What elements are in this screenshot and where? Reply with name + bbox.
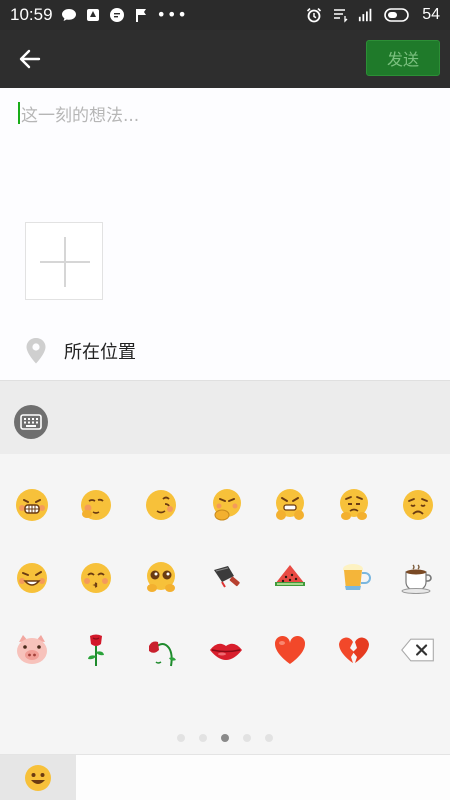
- status-time: 10:59: [10, 5, 53, 24]
- battery-icon: [384, 8, 410, 22]
- emoji-coffee-cup[interactable]: [398, 558, 438, 598]
- title-bar: 发送: [0, 30, 450, 88]
- starry-eyes-icon: [147, 562, 175, 592]
- arrow-left-icon: [19, 49, 41, 69]
- emoji-hand-over-mouth-laugh[interactable]: [206, 485, 246, 525]
- emoji-squint-smirk[interactable]: [12, 558, 52, 598]
- chat-bubble-icon: [61, 9, 76, 21]
- smiley-icon: [25, 765, 51, 791]
- status-bar: 10:59 ••• 54: [0, 0, 450, 30]
- cleaver-icon: [214, 566, 240, 588]
- grimace-hands-icon: [276, 489, 304, 520]
- page-dot[interactable]: [265, 734, 273, 742]
- emoji-panel: [0, 454, 450, 754]
- grin-teeth-icon: [16, 489, 48, 521]
- thought-input-placeholder: 这一刻的想法...: [21, 105, 140, 126]
- emoji-tongue-face[interactable]: [141, 485, 181, 525]
- emoji-tab[interactable]: [0, 755, 76, 800]
- battery-percentage: 54: [422, 6, 440, 23]
- page-dot[interactable]: [177, 734, 185, 742]
- emoji-lips[interactable]: [206, 630, 246, 670]
- compose-area: 这一刻的想法... 所在位置: [0, 88, 450, 380]
- flag-icon: [135, 9, 146, 22]
- location-label: 所在位置: [64, 342, 136, 363]
- send-button[interactable]: 发送: [366, 40, 440, 76]
- broken-heart-icon: [339, 637, 369, 663]
- delete-button[interactable]: [398, 630, 438, 670]
- emoji-row: [0, 630, 450, 680]
- emoji-rose[interactable]: [76, 630, 116, 670]
- notification-icon: [86, 9, 99, 21]
- watermelon-icon: [275, 565, 305, 586]
- emoji-tab-bar: [0, 754, 450, 800]
- emoji-grin-teeth[interactable]: [12, 485, 52, 525]
- more-notifications-icon: •••: [156, 5, 188, 24]
- wilted-rose-icon: [149, 641, 176, 667]
- text-cursor: [18, 102, 20, 124]
- lips-icon: [210, 643, 242, 660]
- emoji-page-indicator: [0, 734, 450, 746]
- data-arrows-icon: [334, 9, 348, 23]
- hand-over-mouth-laugh-icon: [213, 489, 241, 521]
- beer-mug-icon: [343, 564, 371, 590]
- coffee-cup-icon: [401, 564, 432, 594]
- emoji-starry-eyes[interactable]: [141, 558, 181, 598]
- page-dot[interactable]: [243, 734, 251, 742]
- emoji-wilted-rose[interactable]: [141, 630, 181, 670]
- emoji-sad-frown[interactable]: [398, 485, 438, 525]
- emoji-watermelon[interactable]: [270, 558, 310, 598]
- emoji-worried-sweat[interactable]: [334, 485, 374, 525]
- alarm-icon: [307, 8, 322, 23]
- shy-blush-icon: [81, 490, 111, 520]
- tongue-face-icon: [146, 490, 176, 520]
- emoji-cleaver[interactable]: [206, 558, 246, 598]
- keyboard-toggle-button[interactable]: [14, 405, 48, 439]
- squint-smirk-icon: [17, 563, 47, 593]
- keyboard-icon: [20, 414, 42, 430]
- emoji-grimace-hands[interactable]: [270, 485, 310, 525]
- plus-icon-vertical: [64, 237, 66, 287]
- emoji-heart[interactable]: [270, 630, 310, 670]
- back-button[interactable]: [10, 42, 50, 76]
- status-right-icons: 54: [306, 6, 440, 24]
- location-pin-icon: [26, 338, 46, 364]
- heart-icon: [274, 635, 306, 664]
- kiss-face-icon: [81, 563, 111, 593]
- signal-icon: [359, 8, 372, 22]
- emoji-row: [0, 485, 450, 535]
- emoji-pig-face[interactable]: [12, 630, 52, 670]
- rose-icon: [88, 634, 104, 666]
- page-dot-active[interactable]: [221, 734, 229, 742]
- emoji-kiss-face[interactable]: [76, 558, 116, 598]
- worried-sweat-icon: [340, 489, 368, 520]
- thought-input[interactable]: 这一刻的想法...: [18, 98, 428, 128]
- pig-face-icon: [17, 635, 47, 664]
- emoji-shy-blush[interactable]: [76, 485, 116, 525]
- status-left-icons: •••: [61, 7, 188, 23]
- backspace-icon: [401, 638, 434, 662]
- sad-frown-icon: [403, 490, 433, 520]
- emoji-beer-mug[interactable]: [334, 558, 374, 598]
- location-row[interactable]: 所在位置: [0, 330, 450, 372]
- emoji-row: [0, 558, 450, 608]
- add-photo-button[interactable]: [25, 222, 103, 300]
- message-icon: [109, 8, 124, 22]
- page-dot[interactable]: [199, 734, 207, 742]
- emoji-broken-heart[interactable]: [334, 630, 374, 670]
- input-toolbar: [0, 380, 450, 454]
